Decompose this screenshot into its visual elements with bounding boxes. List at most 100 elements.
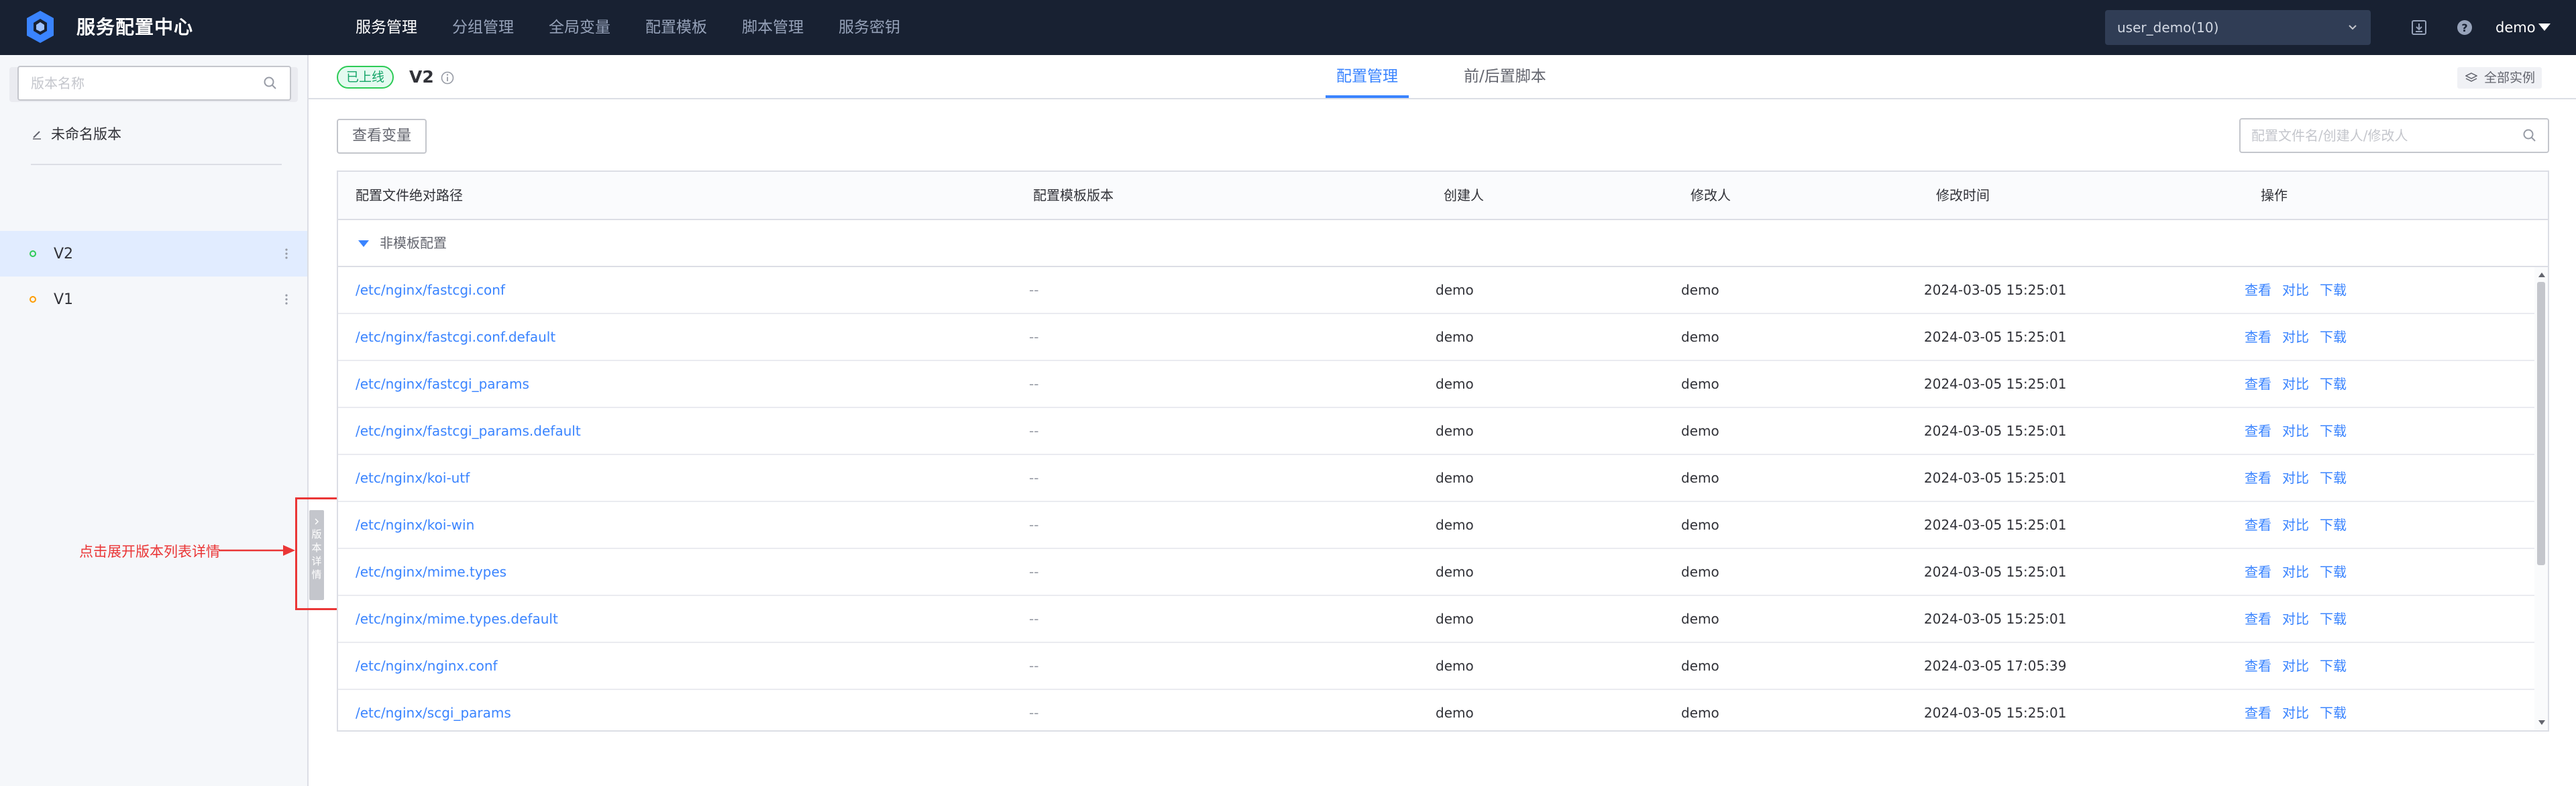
svg-text:?: ?	[2461, 21, 2467, 34]
version-item-v1[interactable]: V1	[0, 277, 307, 322]
nav-item-templates[interactable]: 配置模板	[645, 0, 707, 55]
compare-action-link[interactable]: 对比	[2282, 282, 2309, 298]
sidebar-divider	[31, 164, 282, 165]
scroll-down-icon[interactable]	[2538, 720, 2545, 725]
column-header-modifier: 修改人	[1690, 187, 1731, 203]
version-item-v2[interactable]: V2	[0, 231, 307, 277]
version-search-input[interactable]	[17, 66, 291, 101]
search-icon[interactable]	[2522, 128, 2537, 143]
config-path-link[interactable]: /etc/nginx/fastcgi.conf.default	[356, 314, 555, 360]
download-action-link[interactable]: 下载	[2320, 658, 2347, 674]
config-path-link[interactable]: /etc/nginx/koi-win	[356, 502, 474, 548]
all-instances-label: 全部实例	[2484, 70, 2536, 85]
download-action-link[interactable]: 下载	[2320, 470, 2347, 486]
group-label: 非模板配置	[380, 235, 447, 251]
creator-cell: demo	[1436, 517, 1474, 533]
edit-icon	[33, 131, 41, 140]
template-version-cell: --	[1029, 517, 1039, 533]
compare-action-link[interactable]: 对比	[2282, 658, 2309, 674]
download-action-link[interactable]: 下载	[2320, 376, 2347, 392]
config-path-link[interactable]: /etc/nginx/mime.types	[356, 549, 506, 595]
compare-action-link[interactable]: 对比	[2282, 705, 2309, 721]
column-header-path: 配置文件绝对路径	[356, 187, 463, 203]
more-icon[interactable]	[284, 247, 288, 260]
status-badge: 已上线	[337, 66, 394, 89]
download-action-link[interactable]: 下载	[2320, 611, 2347, 627]
row-actions: 查看 对比 下载	[2245, 502, 2357, 548]
app-logo-icon	[27, 11, 54, 43]
row-actions: 查看 对比 下载	[2245, 314, 2357, 360]
view-action-link[interactable]: 查看	[2245, 611, 2271, 627]
creator-cell: demo	[1436, 564, 1474, 580]
row-actions: 查看 对比 下载	[2245, 549, 2357, 595]
nav-item-scripts[interactable]: 脚本管理	[742, 0, 804, 55]
modified-time-cell: 2024-03-05 15:25:01	[1924, 282, 2067, 298]
download-action-link[interactable]: 下载	[2320, 564, 2347, 580]
main-nav: 服务管理 分组管理 全局变量 配置模板 脚本管理 服务密钥	[356, 0, 935, 55]
compare-action-link[interactable]: 对比	[2282, 470, 2309, 486]
view-action-link[interactable]: 查看	[2245, 376, 2271, 392]
view-action-link[interactable]: 查看	[2245, 329, 2271, 345]
nav-item-groups[interactable]: 分组管理	[452, 0, 514, 55]
column-header-template-version: 配置模板版本	[1033, 187, 1114, 203]
modifier-cell: demo	[1681, 282, 1719, 298]
tab-pre-post-scripts[interactable]: 前/后置脚本	[1453, 55, 1557, 98]
compare-action-link[interactable]: 对比	[2282, 564, 2309, 580]
view-action-link[interactable]: 查看	[2245, 423, 2271, 439]
download-action-link[interactable]: 下载	[2320, 329, 2347, 345]
creator-cell: demo	[1436, 705, 1474, 721]
creator-cell: demo	[1436, 423, 1474, 439]
unnamed-version-item[interactable]: 未命名版本	[31, 121, 121, 148]
search-icon[interactable]	[263, 76, 278, 91]
modifier-cell: demo	[1681, 611, 1719, 627]
download-action-link[interactable]: 下载	[2320, 423, 2347, 439]
view-action-link[interactable]: 查看	[2245, 658, 2271, 674]
compare-action-link[interactable]: 对比	[2282, 329, 2309, 345]
config-path-link[interactable]: /etc/nginx/fastcgi_params	[356, 361, 529, 407]
compare-action-link[interactable]: 对比	[2282, 611, 2309, 627]
config-path-link[interactable]: /etc/nginx/mime.types.default	[356, 596, 558, 642]
row-actions: 查看 对比 下载	[2245, 267, 2357, 313]
nav-item-keys[interactable]: 服务密钥	[839, 0, 900, 55]
nav-item-global-vars[interactable]: 全局变量	[549, 0, 610, 55]
config-path-link[interactable]: /etc/nginx/scgi_params	[356, 690, 511, 730]
business-select-value: user_demo(10)	[2117, 19, 2219, 36]
view-action-link[interactable]: 查看	[2245, 705, 2271, 721]
table-body: /etc/nginx/fastcgi.conf -- demo demo 2024-03…	[338, 267, 2534, 730]
view-action-link[interactable]: 查看	[2245, 564, 2271, 580]
group-row-non-template[interactable]: 非模板配置	[338, 220, 2548, 267]
download-action-link[interactable]: 下载	[2320, 282, 2347, 298]
tab-config-management[interactable]: 配置管理	[1326, 55, 1409, 98]
scrollbar-thumb[interactable]	[2537, 282, 2545, 565]
user-menu-caret-icon[interactable]	[2538, 23, 2551, 31]
all-instances-button[interactable]: 全部实例	[2457, 67, 2542, 89]
download-action-link[interactable]: 下载	[2320, 517, 2347, 533]
scroll-up-icon[interactable]	[2538, 273, 2545, 277]
info-icon[interactable]	[440, 70, 455, 85]
user-name[interactable]: demo	[2496, 0, 2536, 55]
download-icon[interactable]	[2410, 18, 2428, 37]
help-icon[interactable]: ?	[2455, 18, 2474, 37]
row-actions: 查看 对比 下载	[2245, 408, 2357, 454]
config-path-link[interactable]: /etc/nginx/nginx.conf	[356, 643, 498, 689]
config-path-link[interactable]: /etc/nginx/koi-utf	[356, 455, 470, 501]
compare-action-link[interactable]: 对比	[2282, 517, 2309, 533]
more-icon[interactable]	[284, 293, 288, 306]
view-action-link[interactable]: 查看	[2245, 517, 2271, 533]
template-version-cell: --	[1029, 705, 1039, 721]
view-action-link[interactable]: 查看	[2245, 470, 2271, 486]
download-action-link[interactable]: 下载	[2320, 705, 2347, 721]
nav-item-service[interactable]: 服务管理	[356, 0, 417, 55]
config-path-link[interactable]: /etc/nginx/fastcgi_params.default	[356, 408, 581, 454]
view-variables-button[interactable]: 查看变量	[337, 119, 427, 154]
config-search-input[interactable]	[2239, 118, 2549, 153]
version-label: V1	[54, 291, 74, 308]
view-action-link[interactable]: 查看	[2245, 282, 2271, 298]
template-version-cell: --	[1029, 376, 1039, 392]
table-scrollbar[interactable]	[2534, 267, 2548, 730]
business-select[interactable]: user_demo(10)	[2105, 10, 2371, 45]
config-path-link[interactable]: /etc/nginx/fastcgi.conf	[356, 267, 505, 313]
compare-action-link[interactable]: 对比	[2282, 423, 2309, 439]
table-row: /etc/nginx/koi-win -- demo demo 2024-03-05 1…	[338, 502, 2534, 549]
compare-action-link[interactable]: 对比	[2282, 376, 2309, 392]
